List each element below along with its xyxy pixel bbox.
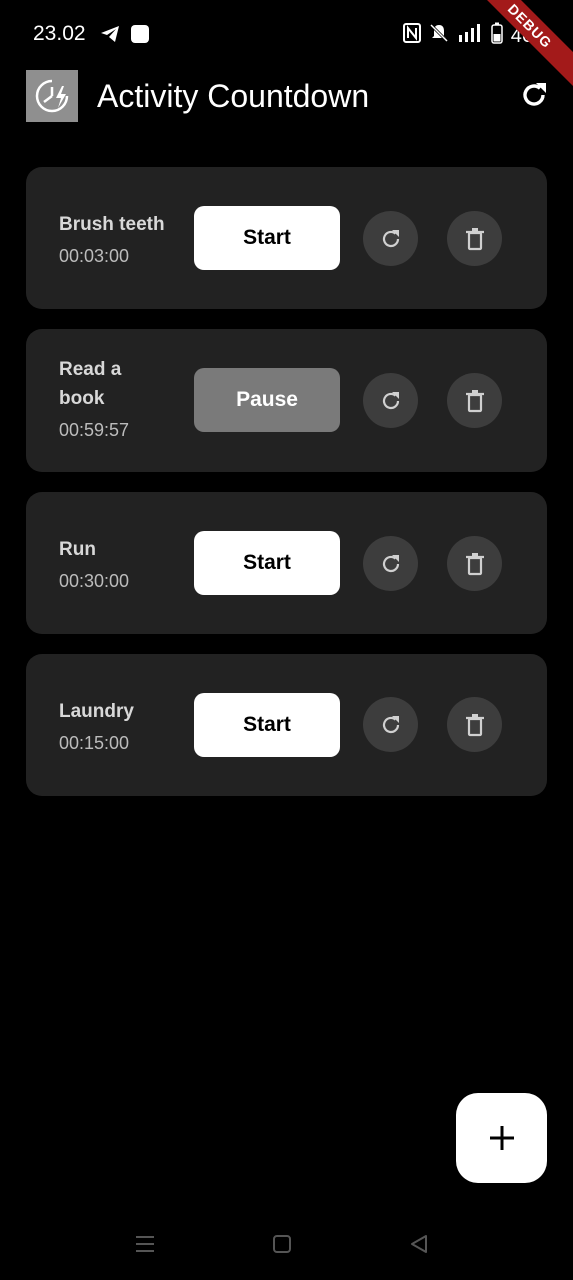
activity-timer: 00:03:00 <box>59 246 130 266</box>
add-activity-button[interactable] <box>456 1093 547 1183</box>
trash-icon <box>465 713 484 736</box>
refresh-icon <box>523 83 546 106</box>
home-icon <box>273 1235 291 1253</box>
app-logo <box>26 70 78 122</box>
reset-icon <box>382 715 399 733</box>
status-bar: 23.02 46 DEBUG <box>0 0 573 95</box>
activity-timer: 00:15:00 <box>59 733 130 753</box>
reset-button[interactable] <box>363 697 418 752</box>
trash-icon <box>465 227 484 250</box>
page-title: Activity Countdown <box>97 78 370 114</box>
status-time: 23.02 <box>33 22 86 45</box>
activity-timer: 00:30:00 <box>59 571 130 591</box>
activity-timer: 00:59:57 <box>59 420 130 440</box>
mute-icon <box>429 23 449 49</box>
battery-icon <box>491 22 503 50</box>
trash-icon <box>465 389 484 412</box>
activity-name: Laundry <box>59 701 134 722</box>
reset-icon <box>382 554 399 572</box>
nav-menu-button[interactable] <box>130 1229 160 1259</box>
start-button[interactable]: Start <box>194 206 340 270</box>
activity-card: Brush teeth 00:03:00 Start <box>26 167 547 309</box>
delete-button[interactable] <box>447 536 502 591</box>
menu-icon <box>136 1236 154 1252</box>
system-nav-bar <box>0 1215 573 1275</box>
app-bar: Activity Countdown <box>0 70 573 126</box>
activity-card: Laundry 00:15:00 Start <box>26 654 547 796</box>
activity-card: Run 00:30:00 Start <box>26 492 547 634</box>
activity-name: Read a book <box>59 359 122 409</box>
reset-icon <box>382 391 399 409</box>
reset-button[interactable] <box>363 536 418 591</box>
start-button[interactable]: Start <box>194 531 340 595</box>
plus-icon <box>489 1126 514 1150</box>
delete-button[interactable] <box>447 373 502 428</box>
activity-card: Read a book 00:59:57 Pause <box>26 329 547 472</box>
delete-button[interactable] <box>447 211 502 266</box>
activity-name: Run <box>59 539 96 560</box>
signal-icon <box>457 23 483 49</box>
start-button[interactable]: Start <box>194 693 340 757</box>
activity-name: Brush teeth <box>59 214 165 235</box>
clock-bolt-icon <box>35 79 69 113</box>
reset-icon <box>382 229 399 247</box>
trash-icon <box>465 552 484 575</box>
nav-home-button[interactable] <box>267 1229 297 1259</box>
telegram-icon <box>100 25 120 48</box>
refresh-all-button[interactable] <box>517 78 551 112</box>
reset-button[interactable] <box>363 211 418 266</box>
nfc-icon <box>402 23 421 49</box>
reset-button[interactable] <box>363 373 418 428</box>
delete-button[interactable] <box>447 697 502 752</box>
back-icon <box>411 1235 427 1253</box>
notification-square-icon <box>130 24 150 49</box>
nav-back-button[interactable] <box>404 1229 434 1259</box>
pause-button[interactable]: Pause <box>194 368 340 432</box>
